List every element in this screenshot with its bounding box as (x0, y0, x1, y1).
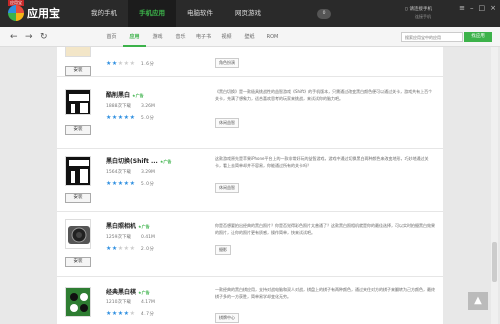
back-icon[interactable]: ← (10, 31, 18, 43)
device-sub-label: 连接手机 (415, 14, 431, 19)
list-item: 安装 黑白切换(Shift ... ★广告 1564次下载 3.29M ★★★★★ … (57, 149, 443, 212)
forward-icon[interactable]: → (25, 31, 33, 43)
tab-apps[interactable]: 应用 (123, 27, 146, 47)
category-tag[interactable]: 摄影 (215, 245, 231, 255)
app-icon[interactable] (65, 47, 91, 57)
list-item: 经典黑白棋 ★广告 1210次下载 4.17M ★★★★★ 4.7分 一款经典的黑白… (57, 277, 443, 324)
app-list: ★★★★★ 1.6分 角色扮演 安装 安装 酷削黑白 ★广告 1888次下载 3.2… (57, 47, 443, 324)
rating: ★★★★★ 1.6分 (106, 60, 155, 67)
title-bar: 应用宝 应用宝 我的手机 手机应用 电脑软件 网页游戏 0 ▯ 请连接手机 连接… (0, 0, 500, 27)
app-name[interactable]: 黑白照相机 ★广告 (106, 221, 150, 230)
install-button[interactable]: 安装 (65, 125, 91, 135)
rating-score: 4.7分 (140, 312, 155, 317)
app-meta: 1564次下载 3.29M (106, 170, 155, 175)
refresh-icon[interactable]: ↻ (40, 31, 48, 43)
app-description: 一款经典的黑白棋应用，支持对战电脑和双人对战，棋盘上的棋子有两种颜色，通过夹住对… (215, 287, 435, 299)
app-icon[interactable] (65, 287, 91, 317)
app-name[interactable]: 经典黑白棋 ★广告 (106, 287, 150, 296)
scroll-to-top-icon[interactable]: ▲ (468, 292, 488, 310)
rating: ★★★★★ 2.0分 (106, 245, 155, 252)
tab-wallpaper[interactable]: 壁纸 (238, 27, 261, 47)
ad-badge: ★广告 (159, 159, 172, 164)
ad-badge: ★广告 (138, 290, 150, 295)
app-description: 你是否想要拍出经典的黑白照片？你是否觉得彩色照片太普通了？这款黑白照相机就是你的… (215, 223, 435, 235)
window-controls: ≡ – □ × (459, 4, 496, 12)
nav-tab-my-phone[interactable]: 我的手机 (80, 0, 128, 27)
ad-badge: ★广告 (132, 93, 144, 98)
ad-badge: ★广告 (138, 224, 150, 229)
list-item: ★★★★★ 1.6分 角色扮演 安装 (57, 47, 443, 77)
app-description: 这款游戏原先是苹果iPhone平台上的一款非常好玩的益智游戏，游戏中通过切换黑白… (215, 156, 429, 168)
app-meta: 1259次下载 0.41M (106, 235, 155, 240)
category-tabs: 首页 应用 游戏 音乐 电子书 视频 壁纸 ROM (100, 27, 284, 47)
app-name[interactable]: 黑白切换(Shift ... ★广告 (106, 156, 171, 165)
search-button[interactable]: 找应用 (464, 32, 492, 42)
category-tag[interactable]: 角色扮演 (215, 58, 239, 68)
rating-score: 5.0分 (140, 182, 155, 187)
category-tag[interactable]: 休闲益智 (215, 183, 239, 193)
rating: ★★★★★ 5.0分 (106, 180, 155, 187)
tab-ebooks[interactable]: 电子书 (192, 27, 215, 47)
camera-icon (68, 226, 90, 244)
list-item: 安装 黑白照相机 ★广告 1259次下载 0.41M ★★★★★ 2.0分 你是否想… (57, 212, 443, 277)
logo-mark-icon (8, 5, 24, 21)
device-connect[interactable]: ▯ 请连接手机 (405, 6, 432, 13)
rating-score: 1.6分 (140, 62, 155, 67)
device-label: 请连接手机 (409, 7, 432, 12)
tab-rom[interactable]: ROM (261, 27, 284, 47)
shift-game-icon (69, 160, 89, 183)
download-badge[interactable]: 0 (317, 9, 331, 19)
app-logo[interactable]: 应用宝 (8, 5, 60, 21)
rating-score: 2.0分 (140, 247, 155, 252)
tab-video[interactable]: 视频 (215, 27, 238, 47)
category-tag[interactable]: 棋牌中心 (215, 313, 239, 323)
scrollbar[interactable] (491, 47, 498, 324)
app-meta: 1210次下载 4.17M (106, 300, 155, 305)
scroll-thumb[interactable] (492, 242, 497, 282)
app-description: 《黑白切换》是一款极具挑战性的益智游戏《Shift》的手机版本，只需通过改变黑白… (215, 89, 433, 101)
toolbar: ← → ↻ 首页 应用 游戏 音乐 电子书 视频 壁纸 ROM 找应用 (0, 27, 500, 47)
menu-icon[interactable]: ≡ (459, 4, 465, 12)
install-button[interactable]: 安装 (65, 257, 91, 267)
category-tag[interactable]: 休闲益智 (215, 118, 239, 128)
tab-music[interactable]: 音乐 (169, 27, 192, 47)
tab-games[interactable]: 游戏 (146, 27, 169, 47)
close-icon[interactable]: × (490, 4, 496, 12)
app-icon[interactable] (65, 89, 91, 115)
install-button[interactable]: 安装 (65, 193, 91, 203)
shift-game-icon (69, 94, 89, 113)
app-name[interactable]: 酷削黑白 ★广告 (106, 90, 144, 99)
list-item: 安装 酷削黑白 ★广告 1888次下载 3.26M ★★★★★ 5.0分 《黑白切换… (57, 78, 443, 149)
rating: ★★★★★ 4.7分 (106, 310, 155, 317)
app-icon[interactable] (65, 219, 91, 249)
rating: ★★★★★ 5.0分 (106, 114, 155, 121)
maximize-icon[interactable]: □ (479, 4, 486, 12)
minimize-icon[interactable]: – (470, 4, 474, 12)
nav-tab-phone-apps[interactable]: 手机应用 (128, 0, 176, 27)
phone-icon: ▯ (405, 6, 408, 12)
tab-home[interactable]: 首页 (100, 27, 123, 47)
app-icon[interactable] (65, 156, 91, 186)
main-nav: 我的手机 手机应用 电脑软件 网页游戏 (80, 0, 272, 27)
install-button[interactable]: 安装 (65, 66, 91, 76)
rating-score: 5.0分 (140, 116, 155, 121)
search-input[interactable] (401, 32, 463, 42)
nav-tab-pc-software[interactable]: 电脑软件 (176, 0, 224, 27)
logo-text: 应用宝 (27, 7, 60, 20)
nav-tab-web-games[interactable]: 网页游戏 (224, 0, 272, 27)
reversi-icon (70, 293, 88, 312)
app-meta: 1888次下载 3.26M (106, 104, 155, 109)
